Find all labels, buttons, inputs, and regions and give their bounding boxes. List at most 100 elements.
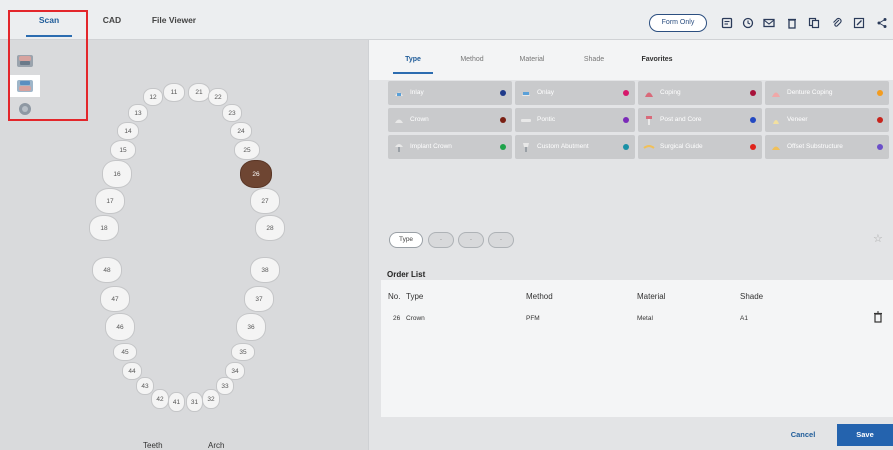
order-list-title: Order List bbox=[387, 270, 426, 279]
tooth-27[interactable]: 27 bbox=[250, 188, 280, 214]
type-option-veneer[interactable]: Veneer bbox=[765, 108, 889, 132]
history-icon[interactable] bbox=[741, 16, 755, 30]
type-option-label: Denture Coping bbox=[787, 89, 833, 96]
tooth-45[interactable]: 45 bbox=[113, 343, 137, 361]
pontic-icon bbox=[521, 119, 531, 122]
trash-icon[interactable] bbox=[785, 16, 799, 30]
subtab-method[interactable]: Method bbox=[447, 40, 497, 80]
type-option-label: Offset Substructure bbox=[787, 143, 843, 150]
tooth-42[interactable]: 42 bbox=[151, 389, 169, 409]
type-option-label: Surgical Guide bbox=[660, 143, 703, 150]
filter-method-pill[interactable]: - bbox=[428, 232, 454, 248]
color-dot bbox=[623, 144, 629, 150]
form-only-button[interactable]: Form Only bbox=[649, 14, 707, 32]
subtab-material[interactable]: Material bbox=[507, 40, 557, 80]
teeth-mode-label[interactable]: Teeth bbox=[143, 441, 163, 450]
tooth-22[interactable]: 22 bbox=[208, 88, 228, 106]
type-option-inlay[interactable]: Inlay bbox=[388, 81, 512, 105]
col-shade: Shade bbox=[740, 292, 764, 301]
type-option-custom-abutment[interactable]: Custom Abutment bbox=[515, 135, 635, 159]
surgical-guide-icon bbox=[643, 145, 655, 149]
tooth-16[interactable]: 16 bbox=[102, 160, 132, 188]
tooth-36[interactable]: 36 bbox=[236, 313, 266, 341]
veneer-icon bbox=[773, 120, 779, 124]
tooth-15[interactable]: 15 bbox=[110, 140, 136, 160]
type-option-label: Custom Abutment bbox=[537, 143, 589, 150]
color-dot bbox=[500, 117, 506, 123]
tab-file-viewer[interactable]: File Viewer bbox=[140, 0, 208, 40]
filter-material-pill[interactable]: - bbox=[458, 232, 484, 248]
top-bar: Scan CAD File Viewer Form Only bbox=[0, 0, 893, 40]
offset-substructure-icon bbox=[772, 146, 780, 150]
type-option-coping[interactable]: Coping bbox=[638, 81, 762, 105]
type-option-surgical-guide[interactable]: Surgical Guide bbox=[638, 135, 762, 159]
arch-mode-label[interactable]: Arch bbox=[208, 441, 224, 450]
delete-row-icon[interactable] bbox=[873, 311, 883, 323]
copy-icon[interactable] bbox=[807, 16, 821, 30]
type-option-pontic[interactable]: Pontic bbox=[515, 108, 635, 132]
col-type: Type bbox=[406, 292, 424, 301]
highlight-box bbox=[8, 10, 88, 121]
tooth-13[interactable]: 13 bbox=[128, 104, 148, 122]
type-option-onlay[interactable]: Onlay bbox=[515, 81, 635, 105]
color-dot bbox=[750, 90, 756, 96]
tooth-26[interactable]: 26 bbox=[240, 160, 272, 188]
tooth-12[interactable]: 12 bbox=[143, 88, 163, 106]
color-dot bbox=[500, 144, 506, 150]
filter-shade-pill[interactable]: - bbox=[488, 232, 514, 248]
share-icon[interactable] bbox=[875, 16, 889, 30]
tooth-41[interactable]: 41 bbox=[168, 392, 185, 412]
tooth-31[interactable]: 31 bbox=[186, 392, 203, 412]
tooth-28[interactable]: 28 bbox=[255, 215, 285, 241]
notes-icon[interactable] bbox=[720, 16, 734, 30]
color-dot bbox=[877, 144, 883, 150]
tooth-34[interactable]: 34 bbox=[225, 362, 245, 380]
save-button[interactable]: Save bbox=[837, 424, 893, 446]
filter-type-pill[interactable]: Type bbox=[389, 232, 423, 248]
row-method: PFM bbox=[526, 315, 540, 322]
color-dot bbox=[877, 90, 883, 96]
tab-cad[interactable]: CAD bbox=[90, 0, 134, 40]
tooth-35[interactable]: 35 bbox=[231, 343, 255, 361]
color-dot bbox=[500, 90, 506, 96]
edit-icon[interactable] bbox=[852, 16, 866, 30]
type-option-implant-crown[interactable]: Implant Crown bbox=[388, 135, 512, 159]
onlay-icon bbox=[522, 92, 530, 96]
type-option-denture-coping[interactable]: Denture Coping bbox=[765, 81, 889, 105]
tooth-21[interactable]: 21 bbox=[188, 83, 210, 102]
type-option-label: Coping bbox=[660, 89, 681, 96]
type-option-label: Crown bbox=[410, 116, 429, 123]
denture-coping-icon bbox=[772, 92, 780, 97]
tooth-24[interactable]: 24 bbox=[230, 122, 252, 140]
type-option-label: Veneer bbox=[787, 116, 808, 123]
tooth-17[interactable]: 17 bbox=[95, 188, 125, 214]
tooth-46[interactable]: 46 bbox=[105, 313, 135, 341]
type-option-post-and-core[interactable]: Post and Core bbox=[638, 108, 762, 132]
tooth-25[interactable]: 25 bbox=[234, 140, 260, 160]
type-option-label: Onlay bbox=[537, 89, 554, 96]
cancel-button[interactable]: Cancel bbox=[781, 424, 825, 446]
tooth-14[interactable]: 14 bbox=[117, 122, 139, 140]
tooth-18[interactable]: 18 bbox=[89, 215, 119, 241]
favorite-star-icon[interactable]: ☆ bbox=[873, 232, 883, 245]
tooth-47[interactable]: 47 bbox=[100, 286, 130, 312]
subtab-type[interactable]: Type bbox=[389, 40, 437, 80]
mail-icon[interactable] bbox=[762, 16, 776, 30]
custom-abutment-icon bbox=[523, 143, 529, 152]
color-dot bbox=[750, 117, 756, 123]
type-option-label: Pontic bbox=[537, 116, 556, 123]
col-method: Method bbox=[526, 292, 553, 301]
tooth-48[interactable]: 48 bbox=[92, 257, 122, 283]
type-option-crown[interactable]: Crown bbox=[388, 108, 512, 132]
tooth-23[interactable]: 23 bbox=[222, 104, 242, 122]
row-material: Metal bbox=[637, 315, 653, 322]
subtab-shade[interactable]: Shade bbox=[572, 40, 616, 80]
subtab-favorites[interactable]: Favorites bbox=[631, 40, 683, 80]
tooth-37[interactable]: 37 bbox=[244, 286, 274, 312]
color-dot bbox=[750, 144, 756, 150]
tooth-38[interactable]: 38 bbox=[250, 257, 280, 283]
col-no: No. bbox=[388, 292, 401, 301]
type-option-offset-substructure[interactable]: Offset Substructure bbox=[765, 135, 889, 159]
tooth-11[interactable]: 11 bbox=[163, 83, 185, 102]
attach-icon[interactable] bbox=[830, 16, 844, 30]
